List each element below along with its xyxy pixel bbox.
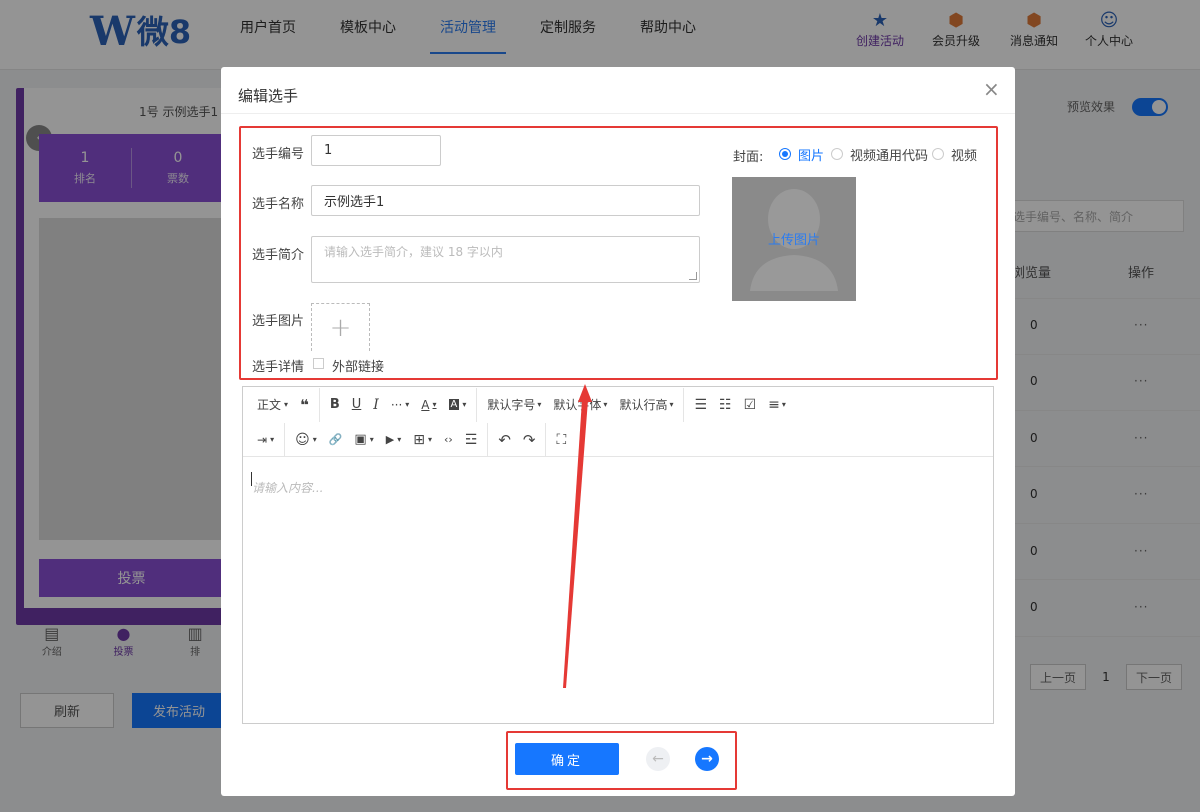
italic-icon[interactable]: I (367, 392, 385, 418)
rich-text-editor: 正文 ▾ ❝ B U I ··· ▾ A ▾ A ▾ 默认字号 ▾ 默认字体 ▾ 默认行高 ▾… (242, 386, 994, 724)
line-height-dropdown[interactable]: 默认行高 ▾ (613, 392, 679, 418)
close-icon[interactable]: × (983, 79, 1000, 99)
next-contestant-icon[interactable]: → (695, 747, 719, 771)
table-dropdown[interactable]: ⊞ ▾ (407, 427, 438, 453)
font-color-icon[interactable]: A ▾ (415, 392, 442, 418)
video-dropdown[interactable]: ▶ ▾ (380, 427, 407, 453)
bullet-list-icon[interactable]: ☰ (688, 392, 713, 418)
font-size-dropdown[interactable]: 默认字号 ▾ (481, 392, 547, 418)
fullscreen-icon[interactable]: ⛶ (550, 427, 572, 453)
divider-icon[interactable]: ☲ (459, 427, 484, 453)
prev-contestant-icon[interactable]: ← (646, 747, 670, 771)
todo-icon[interactable]: ☑ (738, 392, 763, 418)
editor-toolbar-row-1: 正文 ▾ ❝ B U I ··· ▾ A ▾ A ▾ 默认字号 ▾ 默认字体 ▾ 默认行高 ▾… (243, 387, 792, 422)
link-icon[interactable]: 🔗 (323, 427, 349, 453)
annotation-highlight-form (239, 126, 998, 380)
numbered-list-icon[interactable]: ☷ (713, 392, 738, 418)
image-dropdown[interactable]: ▣ ▾ (348, 427, 379, 453)
editor-content-area[interactable]: 请输入内容... (252, 479, 323, 496)
redo-icon[interactable]: ↷ (517, 427, 542, 453)
more-format-dropdown[interactable]: ··· ▾ (385, 392, 415, 418)
underline-icon[interactable]: U (346, 392, 368, 418)
paragraph-dropdown[interactable]: 正文 ▾ (251, 392, 294, 418)
modal-title: 编辑选手 (238, 87, 299, 105)
editor-toolbar-row-2: ⇥ ▾ ☺ ▾ 🔗 ▣ ▾ ▶ ▾ ⊞ ▾ ‹› ☲ ↶ ↷ ⛶ (243, 422, 572, 457)
indent-dropdown[interactable]: ⇥ ▾ (251, 427, 280, 453)
code-icon[interactable]: ‹› (438, 427, 459, 453)
bg-color-icon[interactable]: A ▾ (443, 392, 473, 418)
confirm-button[interactable]: 确定 (515, 743, 619, 775)
quote-icon[interactable]: ❝ (294, 392, 315, 418)
undo-icon[interactable]: ↶ (492, 427, 517, 453)
align-dropdown[interactable]: ≡ ▾ (762, 392, 792, 418)
edit-contestant-modal: 编辑选手 × 选手编号 1 选手名称 示例选手1 选手简介 请输入选手简介，建议… (221, 67, 1015, 796)
font-family-dropdown[interactable]: 默认字体 ▾ (547, 392, 613, 418)
emoji-dropdown[interactable]: ☺ ▾ (289, 427, 323, 453)
bold-icon[interactable]: B (324, 392, 346, 418)
